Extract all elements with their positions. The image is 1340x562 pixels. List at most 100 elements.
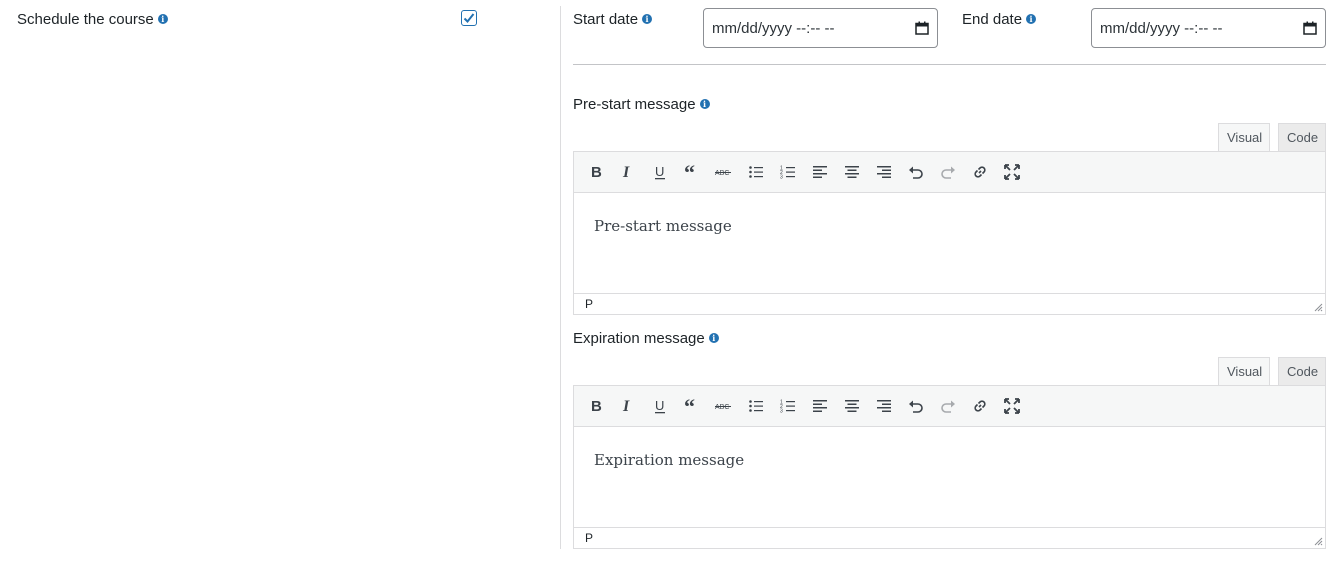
end-date-value: mm/dd/yyyy --:-- -- xyxy=(1100,19,1223,37)
blockquote-icon: “ xyxy=(684,164,700,180)
editor-content[interactable]: Pre-start message xyxy=(573,193,1326,293)
link-button[interactable] xyxy=(964,156,996,188)
svg-text:I: I xyxy=(622,398,630,414)
tab-code[interactable]: Code xyxy=(1278,357,1326,386)
align-center-button[interactable] xyxy=(836,156,868,188)
resize-handle-icon[interactable] xyxy=(1314,537,1323,546)
pre-start-editor: Visual Code B I U “ ABC 1 2 3 Pre-start message… xyxy=(573,122,1326,315)
link-button[interactable] xyxy=(964,390,996,422)
align-right-button[interactable] xyxy=(868,156,900,188)
bold-button[interactable]: B xyxy=(580,390,612,422)
align-center-button[interactable] xyxy=(836,390,868,422)
schedule-label-text: Schedule the course xyxy=(17,11,154,28)
italic-button[interactable]: I xyxy=(612,156,644,188)
redo-icon xyxy=(940,164,956,180)
strikethrough-button[interactable]: ABC xyxy=(708,156,740,188)
redo-button[interactable] xyxy=(932,156,964,188)
editor-statusbar: P xyxy=(573,527,1326,549)
info-icon[interactable]: i xyxy=(699,99,710,110)
blockquote-button[interactable]: “ xyxy=(676,156,708,188)
undo-button[interactable] xyxy=(900,156,932,188)
start-date-input[interactable]: mm/dd/yyyy --:-- -- xyxy=(703,8,938,48)
start-date-label-text: Start date xyxy=(573,11,639,28)
numbered-list-icon: 123 xyxy=(780,164,796,180)
align-center-icon xyxy=(844,398,860,414)
info-icon[interactable]: i xyxy=(642,14,653,25)
link-icon xyxy=(972,398,988,414)
end-date-input[interactable]: mm/dd/yyyy --:-- -- xyxy=(1091,8,1326,48)
undo-icon xyxy=(908,164,924,180)
end-date-label-text: End date xyxy=(962,11,1023,28)
underline-icon: U xyxy=(652,164,668,180)
blockquote-icon: “ xyxy=(684,398,700,414)
info-icon[interactable]: i xyxy=(1026,14,1037,25)
start-date-label: Start date i xyxy=(573,11,653,28)
fullscreen-button[interactable] xyxy=(996,156,1028,188)
undo-button[interactable] xyxy=(900,390,932,422)
tab-visual[interactable]: Visual xyxy=(1218,123,1270,152)
svg-text:3: 3 xyxy=(780,409,783,415)
svg-text:“: “ xyxy=(684,398,695,414)
calendar-icon[interactable] xyxy=(1303,21,1317,35)
element-path[interactable]: P xyxy=(585,531,593,545)
expiration-editor: Visual Code B I U “ ABC 1 2 3 Expiration messag… xyxy=(573,356,1326,549)
bullet-list-icon xyxy=(748,164,764,180)
bullet-list-button[interactable] xyxy=(740,156,772,188)
align-left-icon xyxy=(812,398,828,414)
info-icon[interactable]: i xyxy=(157,14,168,25)
numbered-list-icon: 123 xyxy=(780,398,796,414)
bold-icon: B xyxy=(588,398,604,414)
italic-button[interactable]: I xyxy=(612,390,644,422)
resize-handle-icon[interactable] xyxy=(1314,303,1323,312)
underline-button[interactable]: U xyxy=(644,156,676,188)
underline-icon: U xyxy=(652,398,668,414)
expiration-label: Expiration message i xyxy=(573,330,719,347)
info-icon[interactable]: i xyxy=(708,333,719,344)
svg-text:I: I xyxy=(622,164,630,180)
schedule-label: Schedule the course i xyxy=(17,11,168,28)
align-left-button[interactable] xyxy=(804,156,836,188)
editor-toolbar: B I U “ ABC 1 2 3 xyxy=(573,151,1326,193)
pre-start-label-text: Pre-start message xyxy=(573,96,696,113)
bullet-list-button[interactable] xyxy=(740,390,772,422)
bold-button[interactable]: B xyxy=(580,156,612,188)
svg-text:ABC: ABC xyxy=(715,170,729,177)
align-right-icon xyxy=(876,164,892,180)
align-right-icon xyxy=(876,398,892,414)
fullscreen-button[interactable] xyxy=(996,390,1028,422)
fullscreen-icon xyxy=(1004,398,1020,414)
italic-icon: I xyxy=(620,164,636,180)
numbered-list-button[interactable]: 123 xyxy=(772,390,804,422)
element-path[interactable]: P xyxy=(585,297,593,311)
pre-start-label: Pre-start message i xyxy=(573,96,710,113)
numbered-list-button[interactable]: 123 xyxy=(772,156,804,188)
end-date-label: End date i xyxy=(962,11,1037,28)
bold-icon: B xyxy=(588,164,604,180)
fullscreen-icon xyxy=(1004,164,1020,180)
svg-text:3: 3 xyxy=(780,175,783,181)
strikethrough-icon: ABC xyxy=(715,164,733,180)
align-center-icon xyxy=(844,164,860,180)
expiration-label-text: Expiration message xyxy=(573,330,705,347)
editor-content[interactable]: Expiration message xyxy=(573,427,1326,527)
svg-text:B: B xyxy=(591,164,602,180)
svg-text:B: B xyxy=(591,398,602,414)
redo-icon xyxy=(940,398,956,414)
tab-code[interactable]: Code xyxy=(1278,123,1326,152)
redo-button[interactable] xyxy=(932,390,964,422)
editor-tabs: Visual Code xyxy=(573,122,1326,152)
tab-visual[interactable]: Visual xyxy=(1218,357,1270,386)
underline-button[interactable]: U xyxy=(644,390,676,422)
undo-icon xyxy=(908,398,924,414)
align-left-button[interactable] xyxy=(804,390,836,422)
align-left-icon xyxy=(812,164,828,180)
editor-tabs: Visual Code xyxy=(573,356,1326,386)
align-right-button[interactable] xyxy=(868,390,900,422)
blockquote-button[interactable]: “ xyxy=(676,390,708,422)
schedule-checkbox[interactable] xyxy=(461,10,477,26)
calendar-icon[interactable] xyxy=(915,21,929,35)
strikethrough-button[interactable]: ABC xyxy=(708,390,740,422)
column-divider xyxy=(560,6,561,549)
italic-icon: I xyxy=(620,398,636,414)
editor-statusbar: P xyxy=(573,293,1326,315)
